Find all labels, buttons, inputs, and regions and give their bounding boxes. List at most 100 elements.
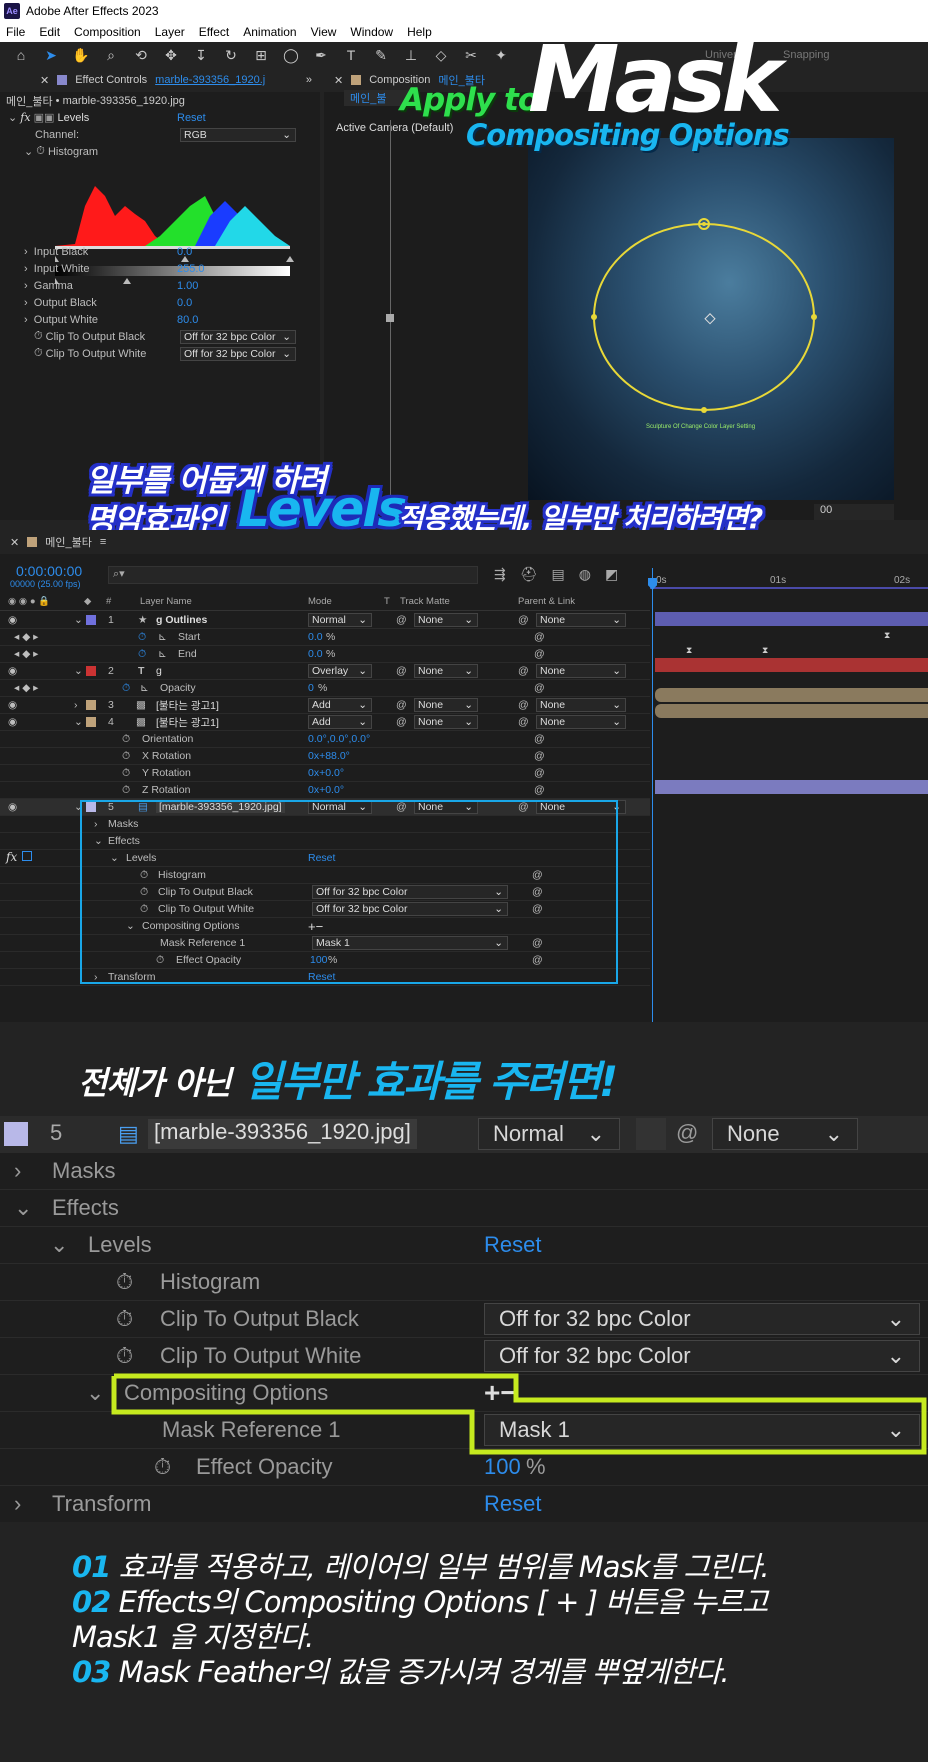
mask-ref-dropdown[interactable]: Mask 1 ⌄: [312, 936, 508, 950]
stopwatch-icon[interactable]: ⏱: [138, 631, 146, 644]
dolly-tool-icon[interactable]: ↧: [192, 47, 210, 64]
label-color[interactable]: [86, 666, 96, 676]
chevron-down-icon[interactable]: ⌄: [74, 614, 83, 626]
property-row[interactable]: ⏱ Orientation 0.0°,0.0°,0.0° @: [0, 731, 650, 748]
spiral-icon[interactable]: @: [532, 886, 543, 898]
type-tool-icon[interactable]: T: [342, 47, 360, 63]
prop-value[interactable]: 0: [308, 682, 314, 694]
close-icon[interactable]: ✕: [40, 74, 49, 87]
label-color[interactable]: [86, 717, 96, 727]
keyframe-icon[interactable]: ⧗: [762, 645, 768, 656]
col-layer-name[interactable]: Layer Name: [140, 596, 192, 607]
graph-icon[interactable]: ⊾: [158, 631, 167, 643]
mode-dropdown[interactable]: Add ⌄: [308, 698, 372, 712]
reset-link[interactable]: Reset: [308, 971, 335, 983]
menu-view[interactable]: View: [311, 25, 337, 39]
eye-icon[interactable]: ◉: [8, 801, 17, 813]
spiral-icon[interactable]: @: [532, 903, 543, 915]
stopwatch-icon[interactable]: ⏱: [140, 886, 148, 899]
effect-controls-tab[interactable]: Effect Controls: [75, 74, 147, 86]
label-color[interactable]: [86, 700, 96, 710]
chevron-down-icon[interactable]: ⌄: [8, 111, 17, 124]
spiral-icon[interactable]: @: [532, 954, 543, 966]
track-bar-3[interactable]: [655, 688, 928, 702]
stopwatch-icon[interactable]: ⏱: [34, 347, 43, 360]
property-row[interactable]: ⏱ X Rotation 0x+88.0° @: [0, 748, 650, 765]
track-matte-dropdown[interactable]: None ⌄: [414, 664, 478, 678]
property-row[interactable]: ◂ ◆ ▸ ⏱ ⊾ Opacity 0 % @: [0, 680, 650, 697]
zoom-field-stub[interactable]: 00: [814, 504, 894, 520]
pan-tool-icon[interactable]: ✥: [162, 47, 180, 64]
chevron-right-icon[interactable]: ›: [24, 314, 28, 326]
property-row[interactable]: ⏱ Z Rotation 0x+0.0° @: [0, 782, 650, 799]
eye-icon[interactable]: ◉: [8, 665, 17, 677]
zoom-tool-icon[interactable]: ⌕: [102, 47, 120, 64]
prop-value[interactable]: 0.0°,0.0°,0.0°: [308, 733, 370, 745]
pickwhip-icon[interactable]: @: [518, 699, 529, 711]
menu-effect[interactable]: Effect: [199, 25, 229, 39]
layer-row-selected[interactable]: ◉ ⌄ 5 ▤ [marble-393356_1920.jpg] Normal ⌄…: [0, 799, 650, 816]
histogram-row[interactable]: ⏱ Histogram @: [0, 867, 650, 884]
track-matte-dropdown[interactable]: None ⌄: [414, 613, 478, 627]
clip-black-row[interactable]: ⏱ Clip To Output Black Off for 32 bpc Col…: [0, 884, 650, 901]
spiral-icon[interactable]: @: [534, 631, 545, 643]
channel-dropdown[interactable]: RGB ⌄: [180, 127, 296, 142]
menu-animation[interactable]: Animation: [243, 25, 296, 39]
param-value[interactable]: 1.00: [177, 280, 198, 292]
layer-name[interactable]: g: [156, 665, 162, 677]
effect-controls-file[interactable]: marble-393356_1920.j: [155, 74, 265, 86]
timeline-comp-tab[interactable]: 메인_불타: [45, 534, 92, 550]
pen-tool-icon[interactable]: ✒: [312, 47, 330, 64]
spiral-icon[interactable]: @: [396, 716, 407, 728]
pickwhip-icon[interactable]: @: [518, 614, 529, 626]
frame-blend-icon[interactable]: ▤: [552, 566, 565, 583]
chevron-right-icon[interactable]: ›: [24, 263, 28, 275]
clip-black-dropdown[interactable]: Off for 32 bpc Color ⌄: [312, 885, 508, 899]
transform-row[interactable]: › Transform Reset: [0, 969, 650, 986]
effect-opacity-value[interactable]: 100: [310, 954, 328, 966]
chevron-right-icon[interactable]: ›: [94, 818, 98, 830]
panel-menu-icon[interactable]: »: [306, 74, 312, 86]
chevron-right-icon[interactable]: ›: [24, 280, 28, 292]
layer-name[interactable]: [불타는 광고1]: [156, 715, 219, 730]
compositing-row[interactable]: ⌄ Compositing Options +−: [0, 918, 650, 935]
graph-editor-icon[interactable]: ◩: [605, 566, 618, 583]
keyframe-icon[interactable]: ⧗: [884, 630, 890, 641]
ellipse-tool-icon[interactable]: ◯: [282, 47, 300, 64]
stopwatch-icon[interactable]: ⏱: [122, 750, 130, 763]
track-bar-1[interactable]: [655, 612, 928, 626]
rotate-tool-icon[interactable]: ↻: [222, 47, 240, 64]
property-row[interactable]: ◂ ◆ ▸ ⏱ ⊾ Start 0.0 % @: [0, 629, 650, 646]
roto-tool-icon[interactable]: ✂: [462, 47, 480, 64]
layer-row[interactable]: ◉ ⌄ 4 ▩ [불타는 광고1] Add ⌄ @ None ⌄ @ None ⌄: [0, 714, 650, 731]
motion-blur-icon[interactable]: ◍: [579, 566, 591, 583]
layer-row[interactable]: ◉ › 3 ▩ [불타는 광고1] Add ⌄ @ None ⌄ @ None ⌄: [0, 697, 650, 714]
stopwatch-icon[interactable]: ⏱: [122, 682, 130, 695]
puppet-tool-icon[interactable]: ✦: [492, 47, 510, 64]
effect-opacity-row[interactable]: ⏱ Effect Opacity 100% @: [0, 952, 650, 969]
chevron-down-icon[interactable]: ⌄: [24, 145, 33, 158]
clip-white-dropdown[interactable]: Off for 32 bpc Color ⌄: [180, 346, 296, 361]
layer-name[interactable]: [marble-393356_1920.jpg]: [156, 801, 285, 813]
home-icon[interactable]: ⌂: [12, 47, 30, 63]
brush-tool-icon[interactable]: ✎: [372, 47, 390, 64]
chevron-down-icon[interactable]: ⌄: [94, 835, 103, 847]
eye-icon[interactable]: ◉: [8, 614, 17, 626]
prop-value[interactable]: 0.0: [308, 648, 323, 660]
param-value[interactable]: 80.0: [177, 314, 198, 326]
hand-tool-icon[interactable]: ✋: [72, 47, 90, 64]
levels-row[interactable]: ⌄ Levels Reset: [0, 850, 650, 867]
anchor-tool-icon[interactable]: ⊞: [252, 47, 270, 64]
mode-dropdown[interactable]: Normal ⌄: [308, 613, 372, 627]
layer-row[interactable]: ◉ ⌄ 1 ★ g Outlines Normal ⌄ @ None ⌄ @ Non…: [0, 612, 650, 629]
spiral-icon[interactable]: @: [396, 699, 407, 711]
orbit-tool-icon[interactable]: ⟲: [132, 47, 150, 64]
guide-handle[interactable]: [386, 314, 394, 322]
chevron-right-icon[interactable]: ›: [94, 971, 98, 983]
parent-dropdown[interactable]: None ⌄: [536, 613, 626, 627]
track-matte-dropdown[interactable]: None ⌄: [414, 698, 478, 712]
pickwhip-icon[interactable]: @: [518, 665, 529, 677]
parent-dropdown[interactable]: None ⌄: [536, 715, 626, 729]
spiral-icon[interactable]: @: [534, 750, 545, 762]
track-bar-4[interactable]: [655, 704, 928, 718]
